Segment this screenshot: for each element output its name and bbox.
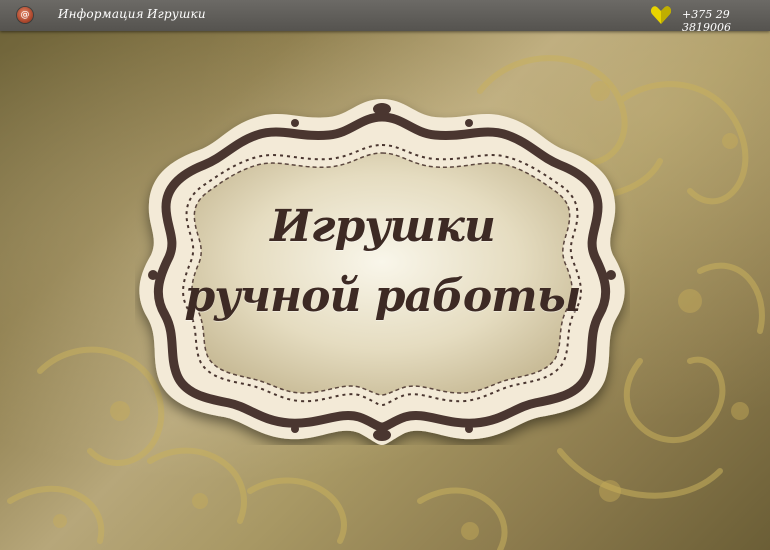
hero-title-line-1: Игрушки bbox=[270, 201, 496, 252]
phone-number: +375 29 3819006 bbox=[682, 8, 731, 34]
top-navigation-bar: @ Информация Игрушки +375 29 3819006 bbox=[0, 0, 770, 34]
nav-link-toys[interactable]: Игрушки bbox=[147, 7, 206, 21]
ornate-frame-graphic bbox=[139, 99, 625, 445]
hero-title-line-2: ручной работы bbox=[184, 271, 582, 322]
hero-ornamental-frame: Игрушки ручной работы bbox=[135, 95, 630, 445]
home-logo-button[interactable]: @ bbox=[17, 7, 33, 23]
nav-link-information[interactable]: Информация bbox=[58, 7, 144, 21]
logo-glyph: @ bbox=[20, 10, 30, 20]
heart-icon bbox=[650, 6, 672, 25]
